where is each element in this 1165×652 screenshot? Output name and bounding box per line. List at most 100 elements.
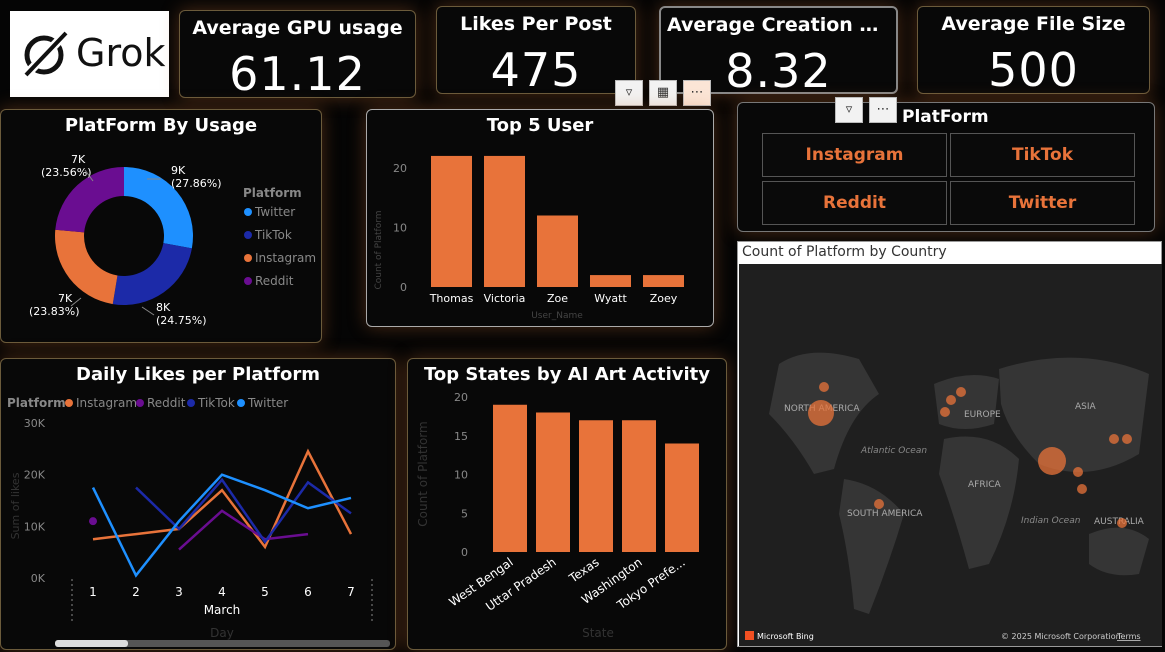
world-map[interactable]: NORTH AMERICA EUROPE ASIA Atlantic Ocean… bbox=[739, 264, 1162, 646]
bar-zoe[interactable] bbox=[537, 215, 578, 288]
map-bubble[interactable] bbox=[874, 499, 884, 509]
platform-by-usage-card[interactable]: PlatForm By Usage Platform Twitter TikTo… bbox=[0, 109, 322, 343]
map-bubble[interactable] bbox=[946, 395, 956, 405]
legend-label: Reddit bbox=[255, 274, 294, 288]
top-states-card[interactable]: Top States by AI Art Activity Count of P… bbox=[407, 358, 727, 650]
more-options-icon[interactable]: ⋯ bbox=[683, 80, 711, 106]
bar-thomas[interactable] bbox=[431, 155, 472, 287]
map-bubble[interactable] bbox=[1077, 484, 1087, 494]
filter-icon[interactable]: ▿ bbox=[615, 80, 643, 106]
legend-label: Twitter bbox=[247, 396, 288, 410]
bar-state[interactable] bbox=[665, 443, 699, 553]
legend-marker bbox=[65, 399, 73, 407]
platform-slicer-card[interactable]: PlatForm Instagram TikTok Reddit Twitter bbox=[737, 102, 1155, 232]
legend-label: Reddit bbox=[147, 396, 186, 410]
legend-item-instagram[interactable]: Instagram bbox=[65, 396, 137, 410]
bar-state[interactable] bbox=[536, 412, 570, 553]
scrollbar-thumb[interactable] bbox=[55, 640, 128, 647]
map-label: Indian Ocean bbox=[1021, 516, 1081, 526]
legend-item-twitter[interactable]: Twitter bbox=[244, 205, 295, 219]
bing-text: Microsoft Bing bbox=[757, 632, 814, 641]
legend-label: TikTok bbox=[254, 228, 292, 242]
map-bubble[interactable] bbox=[808, 400, 834, 426]
x-tick-label: Zoe bbox=[547, 292, 568, 305]
data-label-tiktok-value: 8K bbox=[156, 301, 171, 314]
bar-wyatt[interactable] bbox=[590, 275, 631, 287]
map-label: EUROPE bbox=[964, 410, 1001, 420]
daily-likes-line-chart: Platform Instagram Reddit TikTok Twitter… bbox=[7, 396, 390, 647]
x-tick-label: Texas bbox=[566, 555, 602, 586]
legend-item-reddit[interactable]: Reddit bbox=[136, 396, 186, 410]
x-axis-month-label: March bbox=[204, 603, 241, 617]
y-tick-label: 15 bbox=[454, 430, 468, 443]
bing-icon bbox=[745, 631, 754, 640]
map-bubble[interactable] bbox=[940, 407, 950, 417]
legend-label: Instagram bbox=[255, 251, 316, 265]
data-label-tiktok-pct: (24.75%) bbox=[156, 314, 207, 327]
bar-state[interactable] bbox=[493, 404, 527, 552]
focus-mode-icon[interactable]: ▦ bbox=[649, 80, 677, 106]
series-point-reddit[interactable] bbox=[89, 517, 97, 526]
series-line-instagram[interactable] bbox=[92, 448, 353, 550]
legend-title: Platform bbox=[243, 186, 302, 200]
platform-donut-chart: Platform Twitter TikTok Instagram Reddit… bbox=[29, 153, 316, 327]
map-bubble[interactable] bbox=[1038, 447, 1066, 475]
map-bubble[interactable] bbox=[1122, 434, 1132, 444]
country-map-card[interactable]: Count of Platform by Country NORTH AMERI… bbox=[737, 241, 1162, 647]
slicer-filter-icon[interactable]: ▿ bbox=[835, 97, 863, 123]
map-terms-link[interactable]: Terms bbox=[1116, 632, 1141, 641]
legend-item-tiktok[interactable]: TikTok bbox=[244, 228, 292, 242]
leader-line bbox=[141, 306, 155, 316]
legend-label: TikTok bbox=[197, 396, 235, 410]
kpi-likes-per-post[interactable]: Likes Per Post 475 bbox=[436, 6, 636, 97]
data-label-instagram-pct: (23.83%) bbox=[29, 305, 80, 318]
legend-marker bbox=[244, 254, 252, 262]
legend-item-twitter[interactable]: Twitter bbox=[237, 396, 288, 410]
top-states-bar-chart: Count of Platform State 05101520West Ben… bbox=[416, 391, 699, 640]
y-tick-label: 10 bbox=[393, 221, 407, 234]
y-tick-label: 10K bbox=[24, 520, 46, 533]
kpi-title: Likes Per Post bbox=[460, 13, 612, 35]
slicer-option-twitter[interactable]: Twitter bbox=[950, 181, 1135, 225]
legend-item-instagram[interactable]: Instagram bbox=[244, 251, 316, 265]
map-bubble[interactable] bbox=[819, 382, 829, 392]
y-tick-label: 20 bbox=[393, 162, 407, 175]
legend-marker bbox=[136, 399, 144, 407]
y-tick-label: 0 bbox=[400, 281, 407, 294]
y-tick-label: 0 bbox=[461, 546, 468, 559]
slicer-option-reddit[interactable]: Reddit bbox=[762, 181, 947, 225]
kpi-value: 500 bbox=[988, 43, 1079, 97]
map-bubble[interactable] bbox=[1117, 518, 1127, 528]
map-bubble[interactable] bbox=[1073, 467, 1083, 477]
kpi-file-size[interactable]: Average File Size 500 bbox=[917, 6, 1150, 97]
slicer-option-instagram[interactable]: Instagram bbox=[762, 133, 947, 177]
series-line-tiktok[interactable] bbox=[135, 477, 352, 544]
bar-state[interactable] bbox=[579, 420, 613, 552]
data-label-twitter-pct: (27.86%) bbox=[171, 177, 222, 190]
bar-zoey[interactable] bbox=[643, 275, 684, 287]
bar-state[interactable] bbox=[622, 420, 656, 552]
y-tick-label: 20K bbox=[24, 469, 46, 482]
kpi-title: Average GPU usage bbox=[192, 17, 403, 39]
kpi-gpu-usage[interactable]: Average GPU usage 61.12 bbox=[179, 10, 416, 101]
grok-logo: Grok bbox=[10, 11, 169, 97]
bar-victoria[interactable] bbox=[484, 155, 525, 287]
data-label-reddit-value: 7K bbox=[71, 153, 86, 166]
x-tick-label: Zoey bbox=[650, 292, 678, 305]
top-5-user-card[interactable]: Top 5 User Count of Platform User_Name 0… bbox=[366, 109, 714, 327]
legend-marker bbox=[244, 277, 252, 285]
map-bubble[interactable] bbox=[1109, 434, 1119, 444]
slicer-option-tiktok[interactable]: TikTok bbox=[950, 133, 1135, 177]
x-tick-label: 5 bbox=[261, 585, 269, 599]
map-bubble[interactable] bbox=[956, 387, 966, 397]
top-users-bar-chart: Count of Platform User_Name 0 10 20 Thomas V… bbox=[374, 155, 684, 321]
y-tick-label: 5 bbox=[461, 507, 468, 520]
australia-shape bbox=[1089, 527, 1149, 576]
x-tick-label: 2 bbox=[132, 585, 140, 599]
daily-likes-card[interactable]: Daily Likes per Platform Platform Instag… bbox=[0, 358, 396, 650]
x-axis-title: State bbox=[582, 626, 614, 640]
donut-slice-tiktok[interactable] bbox=[112, 243, 192, 305]
slicer-more-options-icon[interactable]: ⋯ bbox=[869, 97, 897, 123]
legend-item-reddit[interactable]: Reddit bbox=[244, 274, 294, 288]
legend-item-tiktok[interactable]: TikTok bbox=[187, 396, 235, 410]
